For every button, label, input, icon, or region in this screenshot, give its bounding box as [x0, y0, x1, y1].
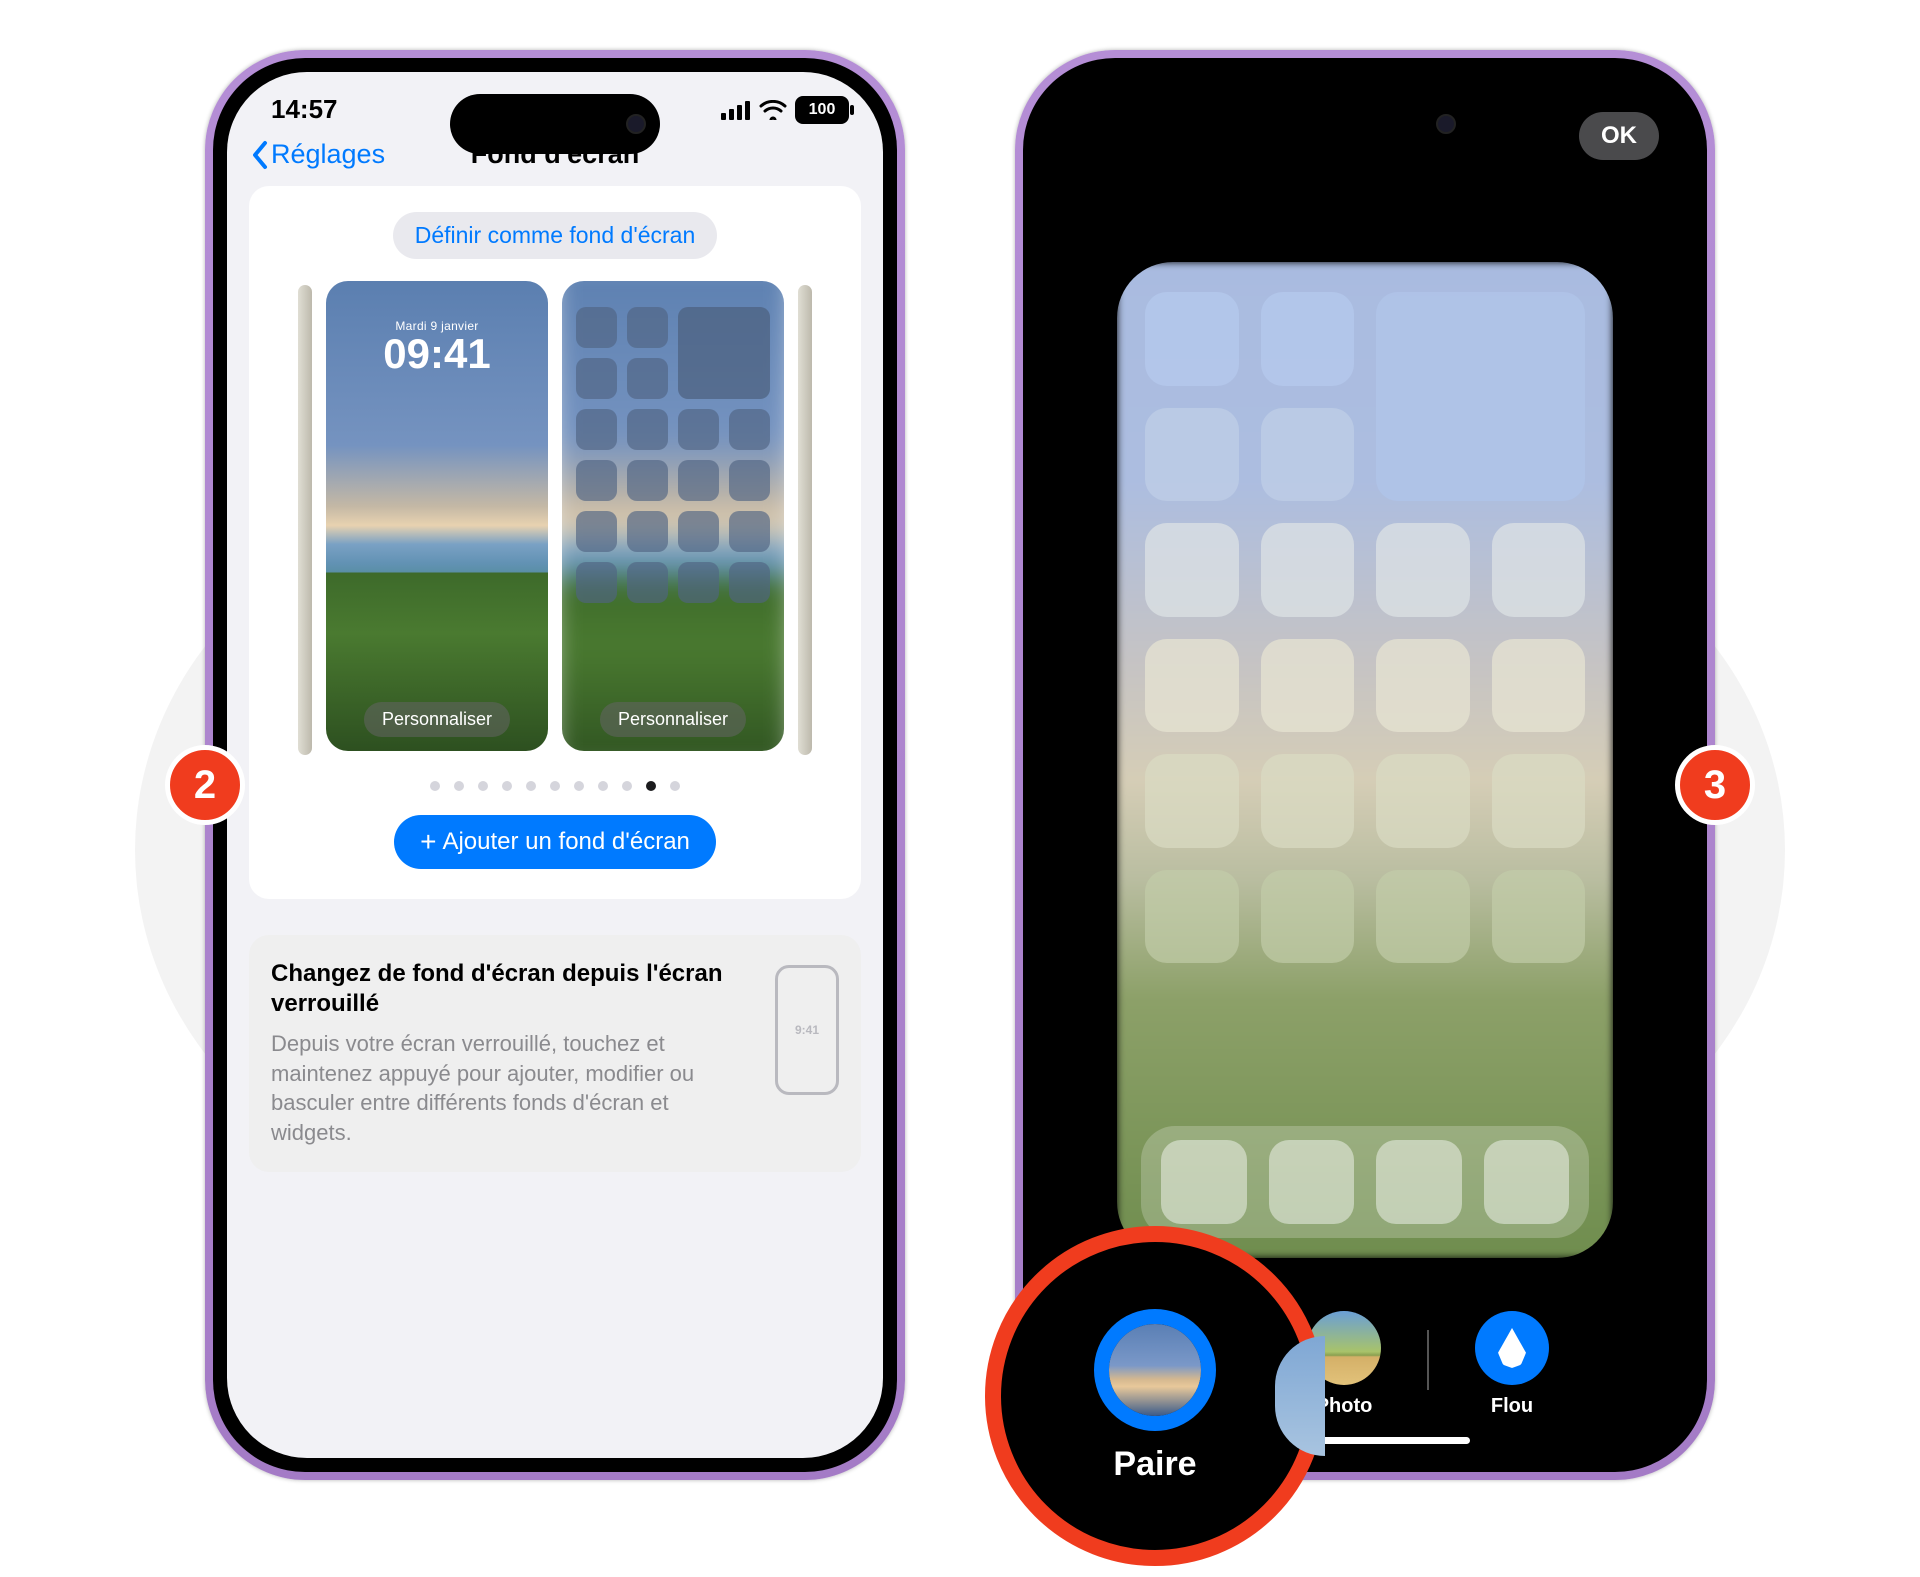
lock-time: 09:41	[326, 333, 548, 375]
define-wallpaper-button[interactable]: Définir comme fond d'écran	[393, 212, 718, 259]
color-option-peek	[1275, 1336, 1325, 1456]
step-badge-3: 3	[1675, 745, 1755, 825]
battery-icon: 100	[795, 96, 849, 124]
dock	[1141, 1126, 1589, 1238]
lock-screen-preview[interactable]: Mardi 9 janvier 09:41 Personnaliser	[326, 281, 548, 751]
wifi-icon	[759, 100, 787, 120]
blur-label: Flou	[1491, 1395, 1533, 1418]
ok-button[interactable]: OK	[1579, 112, 1659, 160]
info-title: Changez de fond d'écran depuis l'écran v…	[271, 959, 755, 1019]
preview-edge-right	[798, 285, 812, 755]
customize-home-button[interactable]: Personnaliser	[600, 702, 746, 737]
cellular-icon	[721, 100, 751, 120]
info-panel: Changez de fond d'écran depuis l'écran v…	[249, 935, 861, 1172]
dynamic-island	[450, 94, 660, 154]
mini-phone-icon: 9:41	[775, 965, 839, 1095]
blur-icon	[1475, 1311, 1549, 1385]
status-time: 14:57	[271, 94, 338, 125]
home-screen-preview[interactable]: Personnaliser	[562, 281, 784, 751]
step-badge-2: 2	[165, 745, 245, 825]
dynamic-island	[1260, 94, 1470, 154]
blur-option[interactable]: Flou	[1475, 1311, 1549, 1418]
pair-callout: Paire	[985, 1226, 1325, 1566]
info-body: Depuis votre écran verrouillé, touchez e…	[271, 1029, 755, 1148]
phone-left: 14:57 100 Réglages	[205, 50, 905, 1480]
add-wallpaper-button[interactable]: Ajouter un fond d'écran	[394, 815, 716, 869]
customize-lock-button[interactable]: Personnaliser	[364, 702, 510, 737]
preview-edge-left	[298, 285, 312, 755]
pair-label: Paire	[1113, 1445, 1196, 1484]
wallpaper-card: Définir comme fond d'écran Mardi 9 janvi…	[249, 186, 861, 899]
pair-option[interactable]	[1094, 1309, 1216, 1431]
toolbar-separator	[1427, 1330, 1429, 1390]
home-screen-editor[interactable]	[1117, 262, 1613, 1258]
page-dots[interactable]	[261, 781, 849, 791]
